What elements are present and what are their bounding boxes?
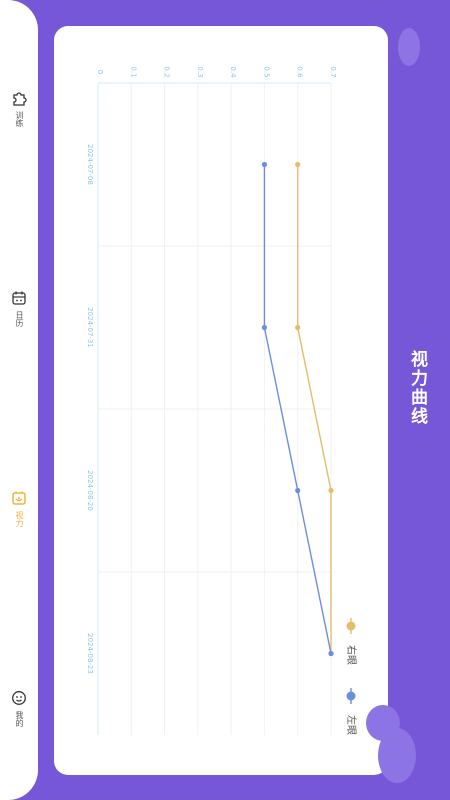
data-point xyxy=(261,161,268,168)
decorative-cloud xyxy=(398,28,420,66)
tab-label-training: 训练 xyxy=(15,111,24,127)
value-tick-label: 0.6 xyxy=(296,66,304,78)
bottom-tab-bar: 训练 日历 视力 我的 xyxy=(0,0,38,800)
value-tick-label: 0.3 xyxy=(196,66,204,77)
tab-calendar[interactable]: 日历 xyxy=(4,290,34,350)
profile-icon xyxy=(12,691,26,705)
tab-profile[interactable]: 我的 xyxy=(4,690,34,750)
page-title: 视力曲线 xyxy=(407,350,427,426)
data-point xyxy=(261,324,268,331)
category-tick-label: 2024-07-31 xyxy=(86,307,94,348)
data-point xyxy=(295,324,301,331)
legend-marker xyxy=(346,621,356,631)
category-tick-label: 2024-07-08 xyxy=(86,144,94,185)
value-tick-label: 0.5 xyxy=(262,66,270,77)
tab-training[interactable]: 训练 xyxy=(4,90,34,150)
tab-vision[interactable]: 视力 xyxy=(4,490,34,550)
value-tick-label: 0.4 xyxy=(229,66,237,78)
puzzle-icon xyxy=(13,92,27,106)
data-point xyxy=(328,650,334,657)
chart-card: 0 0.1 0.2 0.3 0.4 0.5 0.6 0.7 2024-07-08 2024-07-… xyxy=(54,26,388,775)
data-point xyxy=(295,161,301,168)
legend-label: 左眼 xyxy=(345,715,358,735)
value-tick-label: 0.7 xyxy=(329,66,337,77)
decorative-cloud xyxy=(366,705,400,741)
vision-icon xyxy=(12,491,26,505)
tab-label-vision: 视力 xyxy=(15,511,24,527)
value-tick-label: 0.1 xyxy=(129,66,137,77)
tab-label-calendar: 日历 xyxy=(15,311,24,327)
data-point xyxy=(328,487,334,494)
tab-label-profile: 我的 xyxy=(15,711,24,727)
category-tick-label: 2024-08-20 xyxy=(86,470,94,511)
calendar-icon xyxy=(12,291,26,305)
data-point xyxy=(295,487,301,494)
value-tick-label: 0 xyxy=(96,70,104,74)
category-tick-label: 2024-08-23 xyxy=(86,633,94,674)
vision-chart: 0 0.1 0.2 0.3 0.4 0.5 0.6 0.7 2024-07-08 2024-07-… xyxy=(86,66,358,735)
legend-marker xyxy=(346,691,356,701)
value-tick-label: 0.2 xyxy=(163,66,171,77)
legend-label: 右眼 xyxy=(345,645,358,665)
